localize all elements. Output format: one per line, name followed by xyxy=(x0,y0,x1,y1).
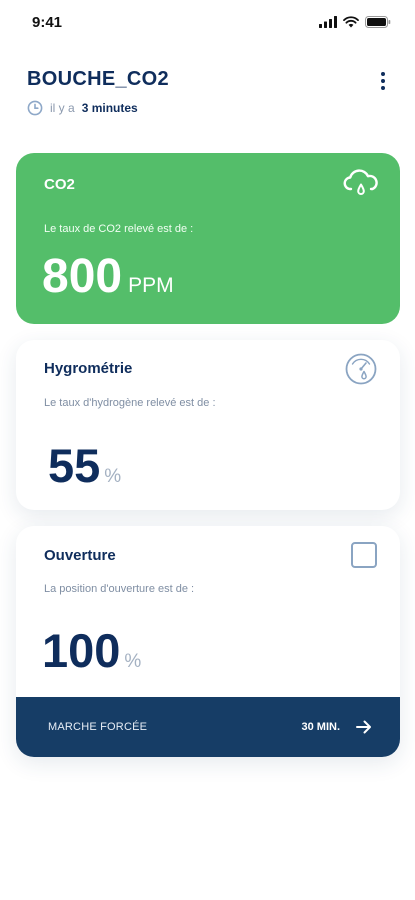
more-options-button[interactable] xyxy=(371,68,395,94)
battery-icon xyxy=(365,16,391,28)
hygrometry-card[interactable]: Hygrométrie Le taux d'hydrogène relevé e… xyxy=(16,340,400,510)
gauge-drop-icon xyxy=(345,353,377,385)
arrow-right-icon xyxy=(356,720,372,734)
co2-value: 800 xyxy=(42,250,123,303)
co2-card-description: Le taux de CO2 relevé est de : xyxy=(44,223,194,235)
dot-icon xyxy=(381,79,385,83)
wifi-icon xyxy=(343,16,359,28)
device-header: BOUCHE_CO2 il y a 3 minutes xyxy=(27,68,395,124)
last-updated-prefix: il y a xyxy=(50,101,75,115)
last-updated: il y a 3 minutes xyxy=(27,100,395,116)
forced-run-duration: 30 MIN. xyxy=(301,721,340,733)
device-title: BOUCHE_CO2 xyxy=(27,68,169,90)
app-screen: 9:41 BOUCHE_CO2 il y a 3 minutes CO2 Le … xyxy=(0,0,415,900)
co2-card-title: CO2 xyxy=(44,176,75,193)
opening-checkbox[interactable] xyxy=(351,542,377,568)
opening-card-title: Ouverture xyxy=(44,547,116,564)
hygrometry-value-row: 55% xyxy=(48,438,121,493)
clock-icon xyxy=(27,100,43,116)
status-icons xyxy=(319,16,391,28)
last-updated-value: 3 minutes xyxy=(81,101,138,115)
dot-icon xyxy=(381,72,385,76)
dot-icon xyxy=(381,86,385,90)
opening-card-description: La position d'ouverture est de : xyxy=(44,583,195,595)
forced-run-button[interactable]: MARCHE FORCÉE 30 MIN. xyxy=(16,697,400,757)
hygrometry-unit: % xyxy=(104,466,122,487)
status-bar: 9:41 xyxy=(0,0,415,44)
status-time: 9:41 xyxy=(32,14,63,31)
co2-card[interactable]: CO2 Le taux de CO2 relevé est de : 800 PP… xyxy=(16,153,400,324)
forced-run-label: MARCHE FORCÉE xyxy=(48,721,148,733)
hygrometry-card-title: Hygrométrie xyxy=(44,360,133,377)
co2-unit: PPM xyxy=(128,274,174,297)
hygrometry-value: 55 xyxy=(48,439,101,492)
opening-unit: % xyxy=(124,651,142,672)
opening-value: 100 xyxy=(42,624,121,677)
opening-value-row: 100% xyxy=(42,623,141,678)
hygrometry-card-description: Le taux d'hydrogène relevé est de : xyxy=(44,397,216,409)
co2-value-row: 800 PPM xyxy=(42,249,174,304)
cloud-drop-icon xyxy=(343,169,378,195)
opening-card[interactable]: Ouverture La position d'ouverture est de… xyxy=(16,526,400,757)
signal-icon xyxy=(319,16,337,28)
